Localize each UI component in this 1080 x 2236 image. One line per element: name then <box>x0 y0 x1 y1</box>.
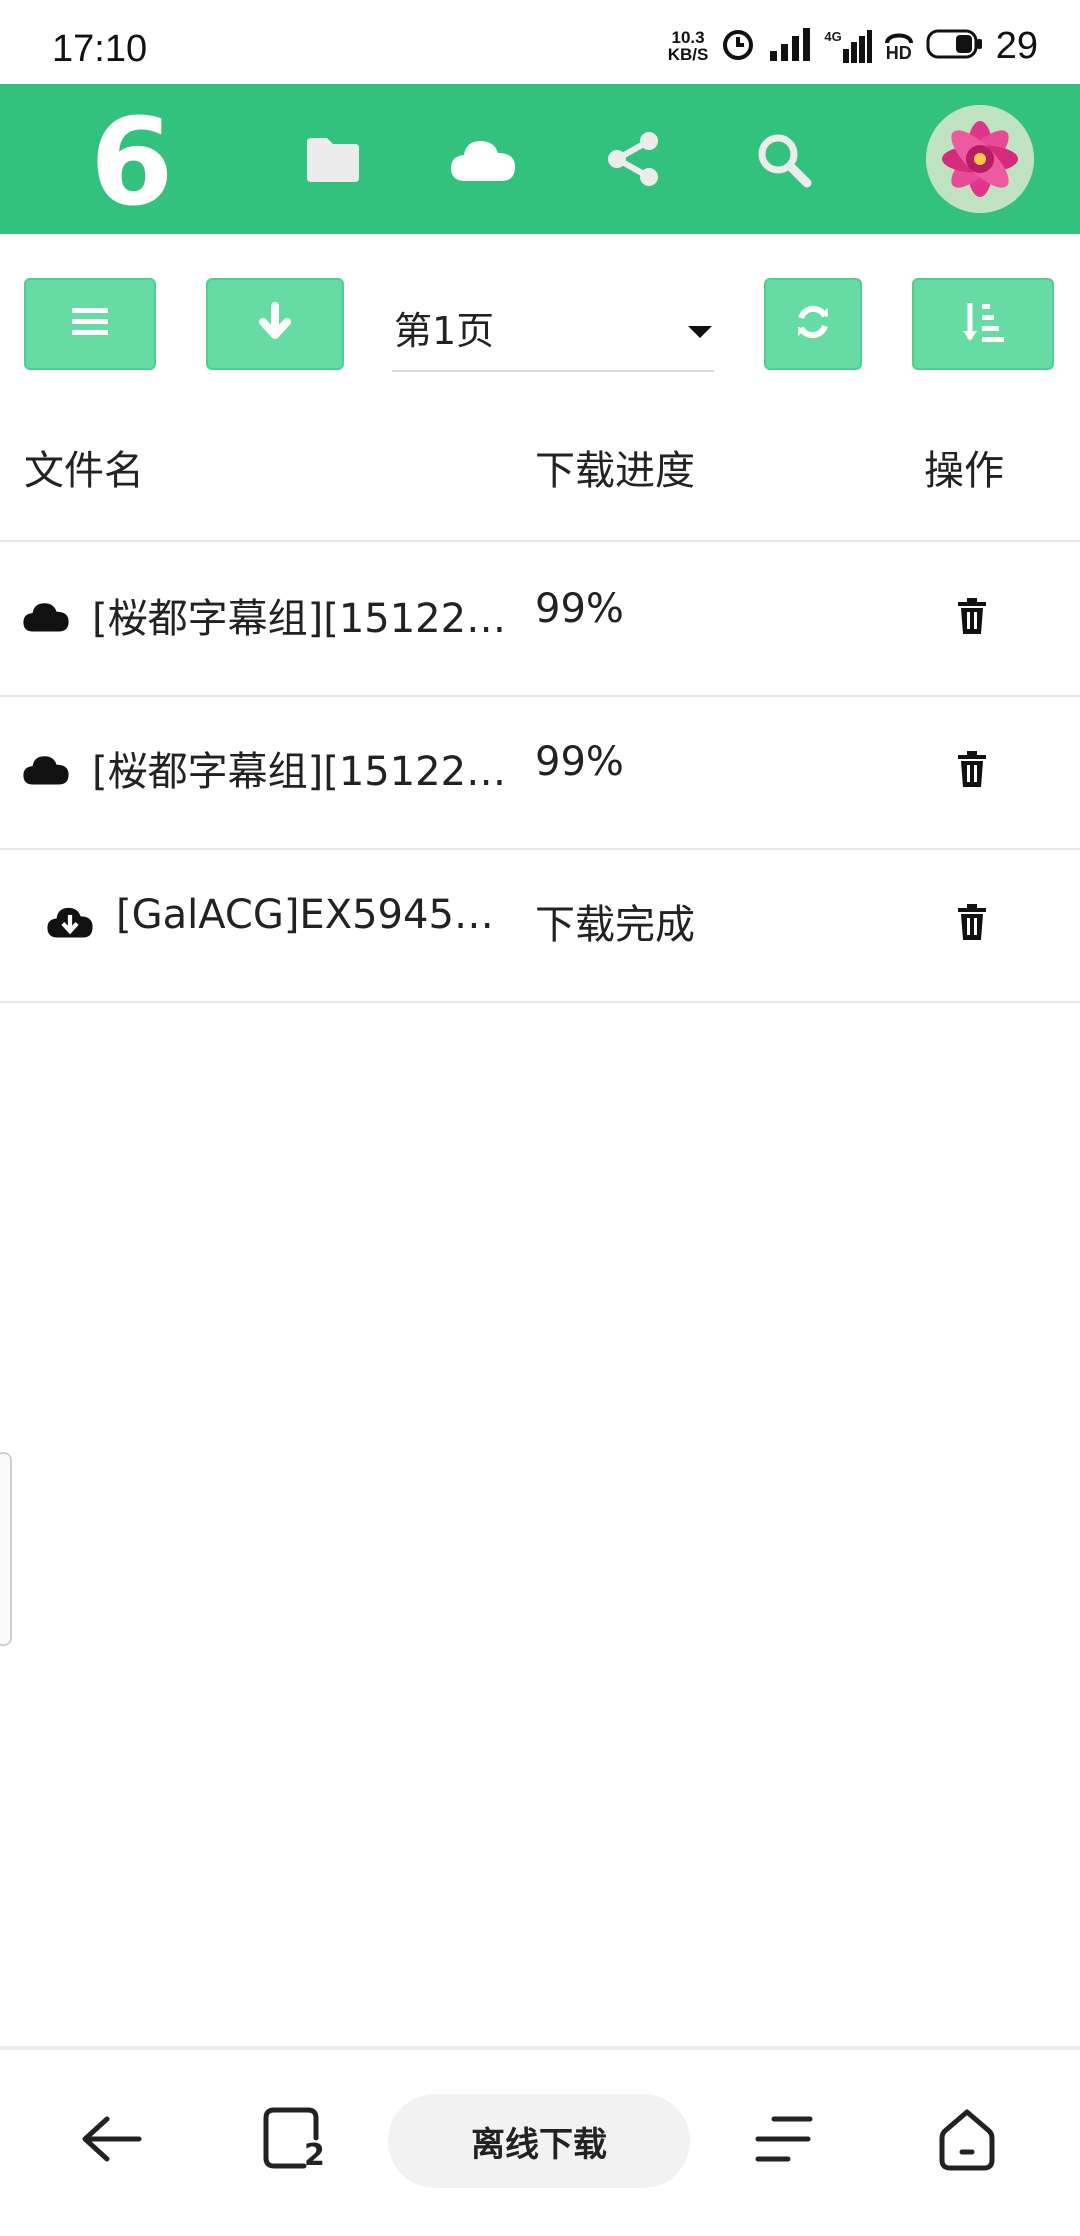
cloud-icon <box>22 592 70 640</box>
status-bar: 17:10 10.3 KB/S 4G HD 29 <box>0 0 1080 84</box>
file-name[interactable]: [桜都字幕组][151225... <box>92 739 522 797</box>
page-select[interactable]: 第1页 <box>392 280 714 372</box>
table-row[interactable]: [桜都字幕组][151225... 99% <box>0 542 1080 697</box>
net-speed-unit: KB/S <box>667 45 709 64</box>
file-name[interactable]: [GalACG]EX594514... <box>116 892 504 938</box>
search-icon[interactable] <box>748 124 818 194</box>
cloud-icon <box>22 745 70 793</box>
download-button[interactable] <box>206 278 344 370</box>
sort-icon <box>960 299 1006 349</box>
battery-icon <box>926 28 984 64</box>
download-progress: 99% <box>535 586 624 632</box>
cloud-download-icon <box>46 898 94 946</box>
sort-button[interactable] <box>912 278 1054 370</box>
table-header: 文件名 下载进度 操作 <box>0 420 1080 542</box>
app-logo[interactable]: 6 <box>90 104 174 224</box>
hd-label: HD <box>885 43 912 63</box>
avatar[interactable] <box>926 105 1034 213</box>
chevron-down-icon <box>688 326 712 338</box>
folder-icon[interactable] <box>298 124 368 194</box>
network-label: 4G <box>824 29 842 44</box>
home-icon[interactable] <box>922 2094 1012 2184</box>
header-action: 操作 <box>924 448 1004 494</box>
edge-handle[interactable] <box>0 1452 12 1646</box>
battery-level: 29 <box>995 24 1038 67</box>
table-row[interactable]: [桜都字幕组][151225... 99% <box>0 695 1080 850</box>
download-progress: 99% <box>535 739 624 785</box>
header-progress: 下载进度 <box>535 448 695 494</box>
page-select-value: 第1页 <box>394 309 495 353</box>
table-row[interactable]: [GalACG]EX594514... 下载完成 <box>0 848 1080 1003</box>
file-name[interactable]: [桜都字幕组][151225... <box>92 586 522 644</box>
back-icon[interactable] <box>66 2094 156 2184</box>
cloud-icon[interactable] <box>448 124 518 194</box>
refresh-button[interactable] <box>764 278 862 370</box>
refresh-icon <box>792 301 834 347</box>
share-icon[interactable] <box>598 124 668 194</box>
menu-icon <box>70 306 110 342</box>
hd-voice-icon: HD <box>884 30 914 62</box>
trash-icon[interactable] <box>952 900 992 944</box>
header-filename: 文件名 <box>24 448 144 494</box>
menu-icon[interactable] <box>738 2094 828 2184</box>
signal-icon <box>768 27 812 65</box>
download-icon <box>255 302 295 346</box>
status-time: 17:10 <box>52 28 148 70</box>
app-header: 6 <box>0 84 1080 318</box>
menu-button[interactable] <box>24 278 156 370</box>
tabs-count: 2 <box>304 2138 325 2173</box>
status-icons: 10.3 KB/S 4G HD 29 <box>668 24 1038 67</box>
tabs-icon[interactable]: 2 <box>250 2094 340 2184</box>
page-title-pill[interactable]: 离线下载 <box>388 2094 690 2188</box>
signal-4g-icon: 4G <box>824 29 872 63</box>
net-speed-value: 10.3 <box>671 28 705 47</box>
net-speed: 10.3 KB/S <box>668 29 709 63</box>
trash-icon[interactable] <box>952 747 992 791</box>
alarm-icon <box>720 26 756 66</box>
download-progress: 下载完成 <box>535 902 695 948</box>
trash-icon[interactable] <box>952 594 992 638</box>
browser-bottom-nav: 2 离线下载 <box>0 2046 1080 2236</box>
